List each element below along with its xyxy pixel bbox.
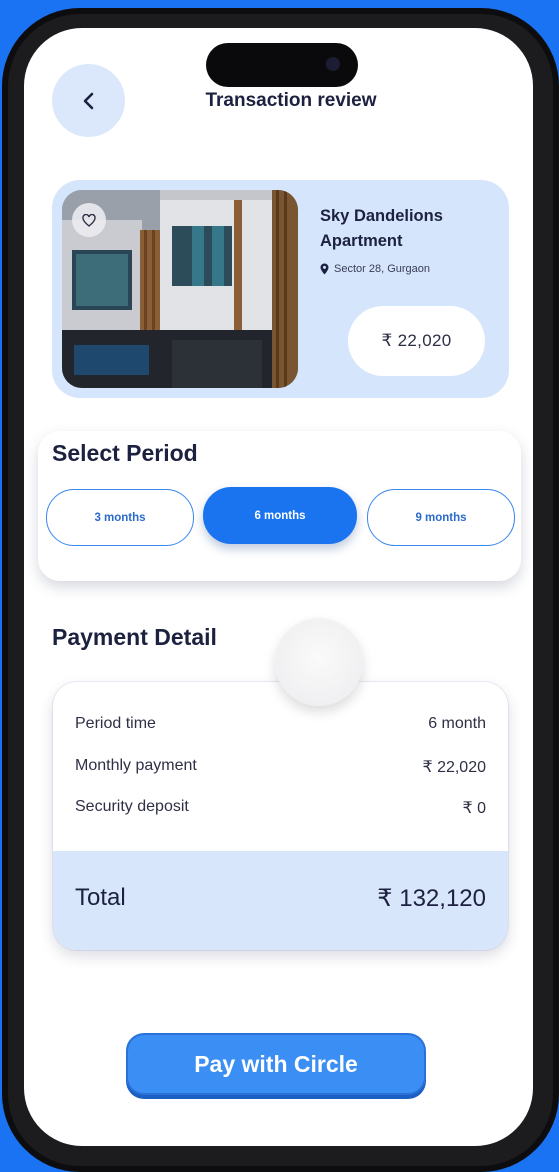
period-option-6-months[interactable]: 6 months — [203, 487, 357, 544]
location-label: Sector 28, Gurgaon — [334, 263, 431, 275]
detail-value: 6 month — [428, 715, 486, 732]
camera-dot — [326, 57, 340, 71]
app-screen: Transaction review Sky Dandelions Apartm… — [24, 28, 533, 1146]
detail-label: Security deposit — [75, 798, 189, 815]
detail-value: ₹ 0 — [462, 800, 486, 817]
total-value: ₹ 132,120 — [377, 885, 486, 912]
property-name: Sky Dandelions Apartment — [320, 207, 443, 250]
property-location: Sector 28, Gurgaon — [320, 263, 430, 275]
detail-row-period: Period time 6 month — [75, 715, 486, 733]
detail-label: Period time — [75, 715, 156, 732]
map-pin-icon — [320, 263, 329, 275]
property-photo — [62, 190, 298, 388]
detail-row-deposit: Security deposit ₹ 0 — [75, 798, 486, 818]
price-badge: ₹ 22,020 — [348, 306, 485, 376]
payment-detail-title: Payment Detail — [52, 624, 217, 650]
pay-with-circle-button[interactable]: Pay with Circle — [126, 1033, 426, 1095]
period-option-9-months[interactable]: 9 months — [367, 489, 515, 546]
favorite-button[interactable] — [72, 203, 106, 237]
heart-icon — [82, 213, 96, 227]
property-card[interactable]: Sky Dandelions Apartment Sector 28, Gurg… — [52, 180, 509, 398]
detail-row-monthly: Monthly payment ₹ 22,020 — [75, 757, 486, 777]
dynamic-island — [206, 43, 358, 87]
detail-value: ₹ 22,020 — [422, 759, 486, 776]
touch-indicator — [275, 618, 363, 706]
period-option-3-months[interactable]: 3 months — [46, 489, 194, 546]
total-row: Total ₹ 132,120 — [75, 884, 486, 913]
period-selector-card: Select Period 3 months 6 months 9 months — [38, 431, 521, 581]
select-period-title: Select Period — [52, 440, 198, 466]
payment-detail-card: Period time 6 month Monthly payment ₹ 22… — [53, 682, 508, 950]
page-title: Transaction review — [205, 90, 377, 111]
total-band: Total ₹ 132,120 — [53, 851, 508, 950]
detail-label: Monthly payment — [75, 757, 197, 774]
total-label: Total — [75, 884, 126, 911]
